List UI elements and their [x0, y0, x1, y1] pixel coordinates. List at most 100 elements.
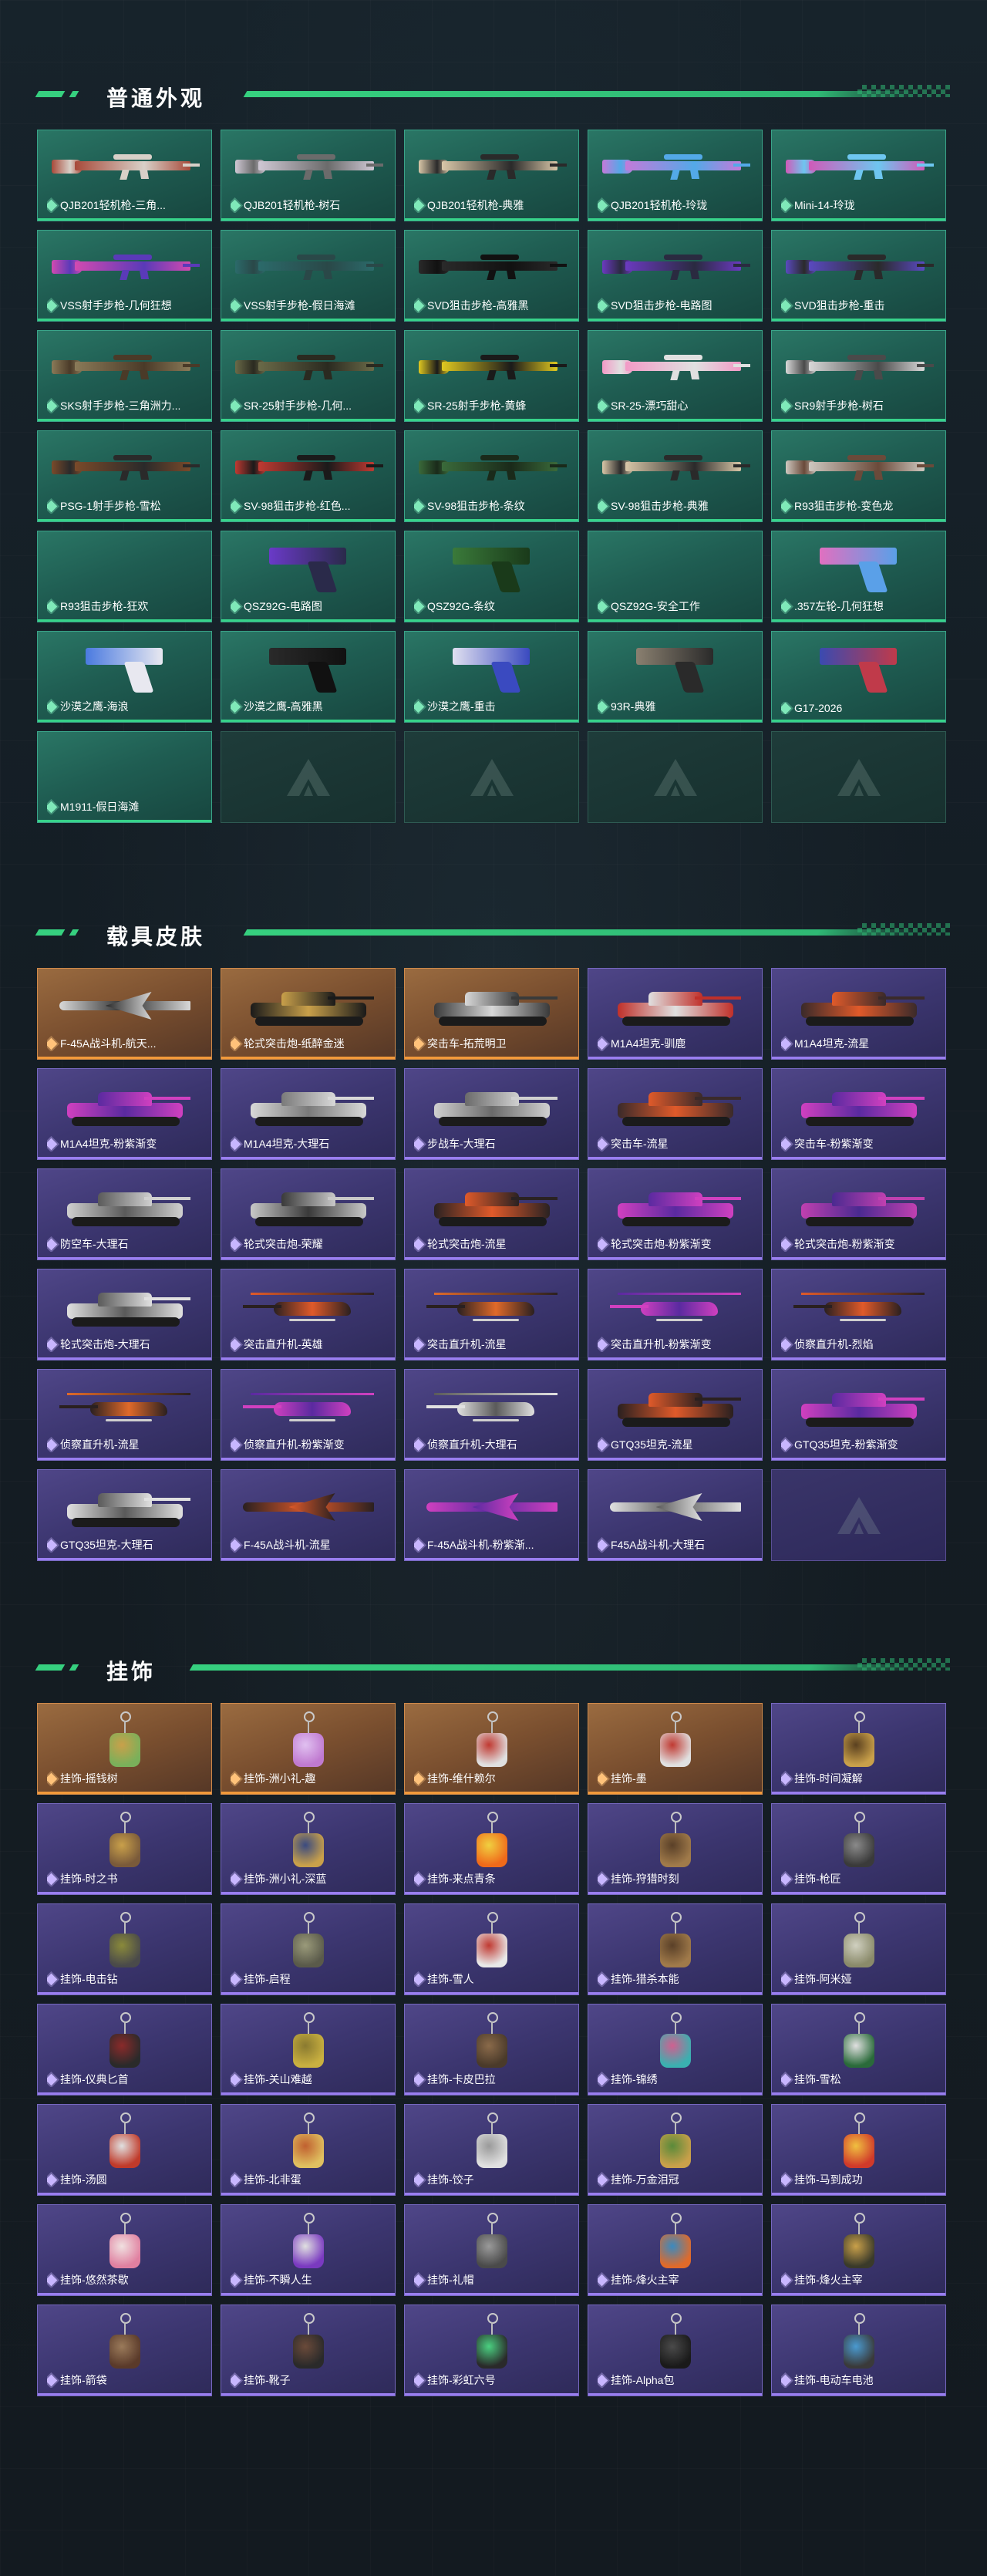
item-card[interactable]: 挂饰-北非蛋 — [221, 2104, 396, 2196]
item-card[interactable]: 挂饰-饺子 — [404, 2104, 579, 2196]
item-card[interactable]: 突击车-拓荒明卫 — [404, 968, 579, 1060]
item-card[interactable]: 突击直升机-粉紫渐变 — [588, 1269, 763, 1360]
item-card[interactable]: SR-25射手步枪-几何... — [221, 330, 396, 422]
item-card[interactable]: GTQ35坦克-粉紫渐变 — [771, 1369, 946, 1461]
item-card[interactable]: QSZ92G-条纹 — [404, 531, 579, 622]
item-card[interactable]: 突击车-粉紫渐变 — [771, 1068, 946, 1160]
item-card[interactable]: GTQ35坦克-大理石 — [37, 1469, 212, 1561]
item-card[interactable]: 93R-典雅 — [588, 631, 763, 723]
item-card[interactable]: 轮式突击炮-荣耀 — [221, 1168, 396, 1260]
item-card[interactable]: M1A4坦克-粉紫渐变 — [37, 1068, 212, 1160]
item-card[interactable]: F45A战斗机-大理石 — [588, 1469, 763, 1561]
item-card[interactable]: 挂饰-箭袋 — [37, 2305, 212, 2396]
item-card[interactable]: 挂饰-靴子 — [221, 2305, 396, 2396]
item-card[interactable]: 轮式突击炮-大理石 — [37, 1269, 212, 1360]
item-card[interactable]: SVD狙击步枪-高雅黑 — [404, 230, 579, 322]
item-card[interactable]: 挂饰-洲小礼-趣 — [221, 1703, 396, 1795]
item-card[interactable]: GTQ35坦克-流星 — [588, 1369, 763, 1461]
item-card[interactable]: 挂饰-烽火主宰 — [771, 2204, 946, 2296]
item-card[interactable]: 轮式突击炮-纸醉金迷 — [221, 968, 396, 1060]
item-card[interactable]: F-45A战斗机-航天... — [37, 968, 212, 1060]
item-card[interactable]: M1A4坦克-大理石 — [221, 1068, 396, 1160]
item-card[interactable]: QSZ92G-安全工作 — [588, 531, 763, 622]
item-card[interactable]: 挂饰-马到成功 — [771, 2104, 946, 2196]
item-card[interactable]: 挂饰-卡皮巴拉 — [404, 2004, 579, 2096]
item-card[interactable]: 挂饰-墨 — [588, 1703, 763, 1795]
item-card[interactable]: QJB201轻机枪-树石 — [221, 130, 396, 221]
item-card[interactable]: 侦察直升机-烈焰 — [771, 1269, 946, 1360]
item-card[interactable]: M1A4坦克-流星 — [771, 968, 946, 1060]
item-card[interactable]: F-45A战斗机-粉紫渐... — [404, 1469, 579, 1561]
item-card[interactable]: 沙漠之鹰-重击 — [404, 631, 579, 723]
item-card[interactable]: QSZ92G-电路图 — [221, 531, 396, 622]
item-card[interactable]: 防空车-大理石 — [37, 1168, 212, 1260]
item-card[interactable]: 挂饰-枪匠 — [771, 1803, 946, 1895]
item-card[interactable]: M1A4坦克-驯鹿 — [588, 968, 763, 1060]
item-card[interactable]: 挂饰-电动车电池 — [771, 2305, 946, 2396]
item-card[interactable]: R93狙击步枪-变色龙 — [771, 430, 946, 522]
item-card[interactable]: 挂饰-悠然茶歇 — [37, 2204, 212, 2296]
item-card[interactable] — [221, 731, 396, 823]
item-card[interactable]: QJB201轻机枪-典雅 — [404, 130, 579, 221]
item-card[interactable]: SR-25射手步枪-黄蜂 — [404, 330, 579, 422]
item-card[interactable]: 步战车-大理石 — [404, 1068, 579, 1160]
item-card[interactable]: .357左轮-几何狂想 — [771, 531, 946, 622]
item-card[interactable]: 挂饰-电击钻 — [37, 1903, 212, 1995]
item-card[interactable]: 突击直升机-英雄 — [221, 1269, 396, 1360]
item-card[interactable]: VSS射手步枪-假日海滩 — [221, 230, 396, 322]
item-card[interactable]: 挂饰-万金泪冠 — [588, 2104, 763, 2196]
item-card[interactable]: 挂饰-锦绣 — [588, 2004, 763, 2096]
item-card[interactable]: SKS射手步枪-三角洲力... — [37, 330, 212, 422]
item-card[interactable]: 挂饰-礼帽 — [404, 2204, 579, 2296]
item-card[interactable]: SVD狙击步枪-重击 — [771, 230, 946, 322]
item-card[interactable]: 挂饰-洲小礼-深蓝 — [221, 1803, 396, 1895]
item-card[interactable]: 挂饰-猎杀本能 — [588, 1903, 763, 1995]
item-card[interactable]: F-45A战斗机-流星 — [221, 1469, 396, 1561]
item-card[interactable]: 突击直升机-流星 — [404, 1269, 579, 1360]
item-card[interactable]: 挂饰-摇钱树 — [37, 1703, 212, 1795]
item-card[interactable]: 挂饰-烽火主宰 — [588, 2204, 763, 2296]
item-card[interactable]: 挂饰-彩虹六号 — [404, 2305, 579, 2396]
item-card[interactable]: 挂饰-雪人 — [404, 1903, 579, 1995]
item-card[interactable]: 挂饰-时之书 — [37, 1803, 212, 1895]
item-card[interactable]: PSG-1射手步枪-雪松 — [37, 430, 212, 522]
item-card[interactable] — [588, 731, 763, 823]
item-card[interactable]: 挂饰-汤圆 — [37, 2104, 212, 2196]
item-card[interactable]: G17-2026 — [771, 631, 946, 723]
item-card[interactable]: 突击车-流星 — [588, 1068, 763, 1160]
item-card[interactable]: 挂饰-启程 — [221, 1903, 396, 1995]
item-card[interactable]: 侦察直升机-粉紫渐变 — [221, 1369, 396, 1461]
item-card[interactable] — [771, 731, 946, 823]
item-card[interactable]: SV-98狙击步枪-条纹 — [404, 430, 579, 522]
item-card[interactable]: 挂饰-维什赖尔 — [404, 1703, 579, 1795]
item-card[interactable] — [404, 731, 579, 823]
item-card[interactable]: 挂饰-关山难越 — [221, 2004, 396, 2096]
item-card[interactable]: 侦察直升机-流星 — [37, 1369, 212, 1461]
item-card[interactable]: SR9射手步枪-树石 — [771, 330, 946, 422]
item-card[interactable]: 挂饰-时间凝解 — [771, 1703, 946, 1795]
item-card[interactable]: 轮式突击炮-粉紫渐变 — [588, 1168, 763, 1260]
item-card[interactable]: SVD狙击步枪-电路图 — [588, 230, 763, 322]
item-card[interactable] — [771, 1469, 946, 1561]
item-card[interactable]: 侦察直升机-大理石 — [404, 1369, 579, 1461]
item-card[interactable]: 轮式突击炮-流星 — [404, 1168, 579, 1260]
item-card[interactable]: SV-98狙击步枪-典雅 — [588, 430, 763, 522]
item-card[interactable]: Mini-14-玲珑 — [771, 130, 946, 221]
item-card[interactable]: 沙漠之鹰-高雅黑 — [221, 631, 396, 723]
item-card[interactable]: QJB201轻机枪-三角... — [37, 130, 212, 221]
item-card[interactable]: M1911-假日海滩 — [37, 731, 212, 823]
item-card[interactable]: 挂饰-Alpha包 — [588, 2305, 763, 2396]
item-card[interactable]: 轮式突击炮-粉紫渐变 — [771, 1168, 946, 1260]
item-card[interactable]: 沙漠之鹰-海浪 — [37, 631, 212, 723]
item-card[interactable]: VSS射手步枪-几何狂想 — [37, 230, 212, 322]
item-card[interactable]: SR-25-漂巧甜心 — [588, 330, 763, 422]
item-card[interactable]: SV-98狙击步枪-红色... — [221, 430, 396, 522]
item-card[interactable]: 挂饰-不瞬人生 — [221, 2204, 396, 2296]
item-card[interactable]: 挂饰-来点青条 — [404, 1803, 579, 1895]
item-card[interactable]: 挂饰-仪典匕首 — [37, 2004, 212, 2096]
item-card[interactable]: QJB201轻机枪-玲珑 — [588, 130, 763, 221]
item-card[interactable]: 挂饰-雪松 — [771, 2004, 946, 2096]
item-card[interactable]: R93狙击步枪-狂欢 — [37, 531, 212, 622]
item-card[interactable]: 挂饰-阿米娅 — [771, 1903, 946, 1995]
item-card[interactable]: 挂饰-狩猎时刻 — [588, 1803, 763, 1895]
